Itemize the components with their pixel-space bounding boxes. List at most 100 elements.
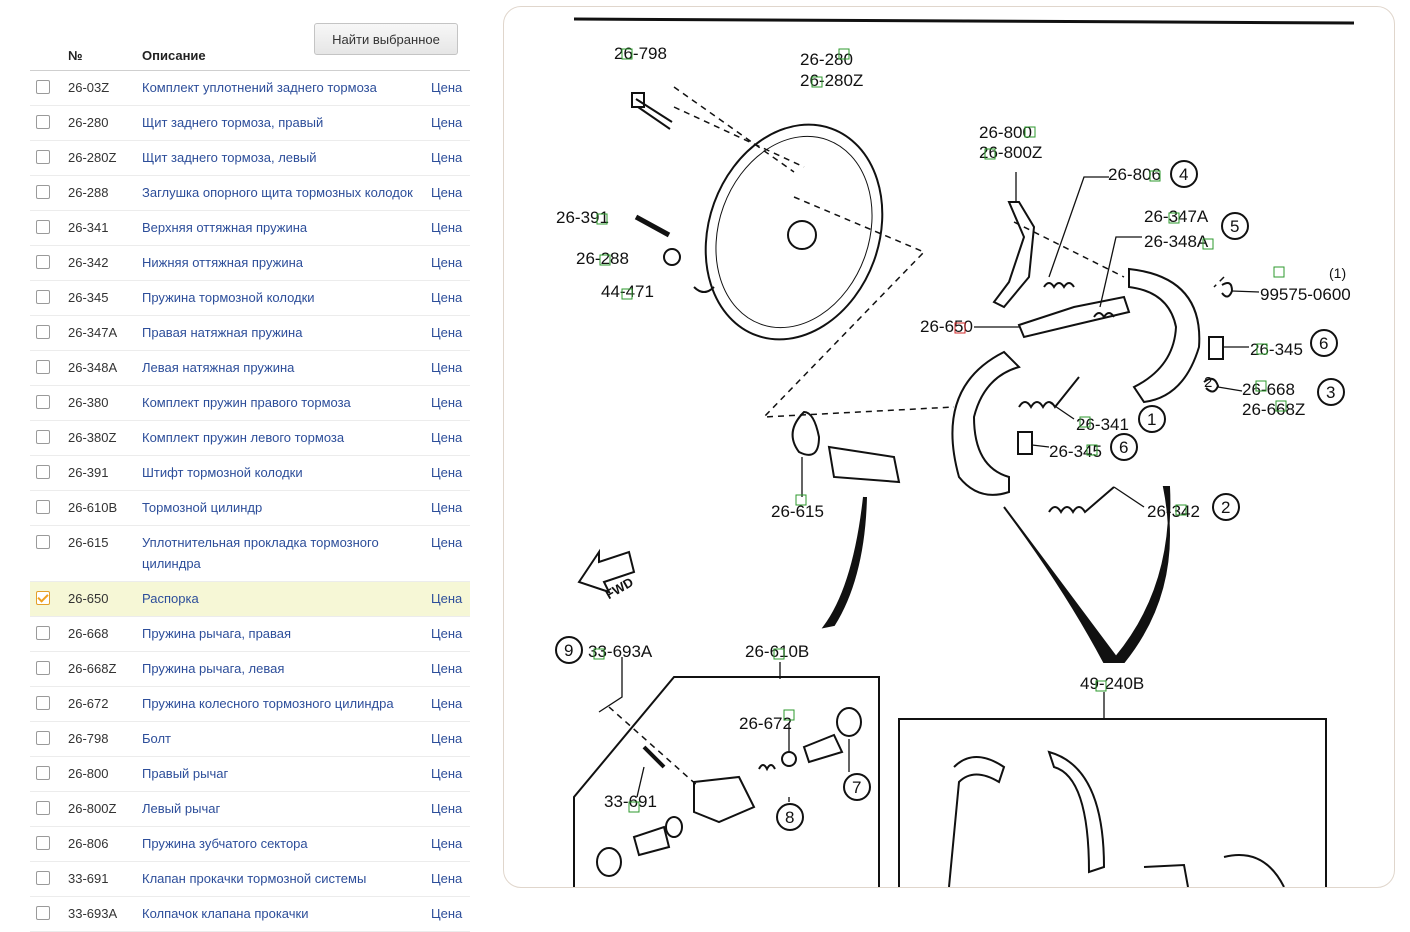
detail-cylinder-body[interactable]: [693, 775, 756, 824]
detail-shoe-left[interactable]: [948, 756, 1006, 887]
price-link[interactable]: Цена: [431, 185, 462, 200]
find-selected-button[interactable]: Найти выбранное: [314, 23, 458, 55]
part-description-link[interactable]: Щит заднего тормоза, правый: [142, 103, 424, 140]
clip-99575[interactable]: [1221, 282, 1234, 298]
part-description-link[interactable]: Верхняя оттяжная пружина: [142, 208, 424, 245]
price-link[interactable]: Цена: [431, 325, 462, 340]
hotspot-99575[interactable]: [1273, 266, 1285, 278]
part-description-link[interactable]: Левая натяжная пружина: [142, 348, 424, 385]
part-description-link[interactable]: Нижняя оттяжная пружина: [142, 243, 424, 280]
row-checkbox[interactable]: [36, 500, 50, 514]
plug-part[interactable]: [663, 248, 681, 266]
lower-return-spring[interactable]: [1048, 486, 1115, 514]
row-checkbox[interactable]: [36, 430, 50, 444]
row-checkbox[interactable]: [36, 360, 50, 374]
part-description-link[interactable]: Пружина колесного тормозного цилиндра: [142, 684, 424, 721]
row-checkbox[interactable]: [36, 255, 50, 269]
label-26-345-right[interactable]: 26-345: [1250, 340, 1303, 359]
part-description-link[interactable]: Распорка: [142, 579, 424, 616]
row-checkbox[interactable]: [36, 766, 50, 780]
row-checkbox[interactable]: [36, 731, 50, 745]
price-link[interactable]: Цена: [431, 591, 462, 606]
part-description-link[interactable]: Тормозной цилиндр: [142, 488, 424, 525]
part-description-link[interactable]: Клапан прокачки тормозной системы: [142, 859, 424, 896]
part-description-link[interactable]: Щит заднего тормоза, левый: [142, 138, 424, 175]
row-checkbox[interactable]: [36, 115, 50, 129]
price-link[interactable]: Цена: [431, 836, 462, 851]
part-description-link[interactable]: Пружина рычага, левая: [142, 649, 424, 686]
brake-shoe-right[interactable]: [1128, 267, 1201, 404]
price-link[interactable]: Цена: [431, 290, 462, 305]
price-link[interactable]: Цена: [431, 766, 462, 781]
spring-part[interactable]: [1043, 282, 1075, 289]
price-link[interactable]: Цена: [431, 871, 462, 886]
row-checkbox[interactable]: [36, 290, 50, 304]
price-link[interactable]: Цена: [431, 255, 462, 270]
row-checkbox[interactable]: [36, 696, 50, 710]
strut-part[interactable]: [1017, 295, 1131, 339]
row-checkbox[interactable]: [36, 535, 50, 549]
price-link[interactable]: Цена: [431, 696, 462, 711]
row-checkbox[interactable]: [36, 591, 50, 605]
price-link[interactable]: Цена: [431, 535, 462, 550]
part-description-link[interactable]: Пружина рычага, правая: [142, 614, 424, 651]
label-26-668z[interactable]: 26-668Z: [1242, 400, 1305, 419]
detail-cup[interactable]: [836, 707, 862, 737]
row-checkbox[interactable]: [36, 906, 50, 920]
retainer-clip[interactable]: [1208, 336, 1224, 360]
row-checkbox[interactable]: [36, 465, 50, 479]
price-link[interactable]: Цена: [431, 150, 462, 165]
label-33-693a[interactable]: 33-693A: [588, 642, 653, 661]
part-description-link[interactable]: Комплект уплотнений заднего тормоза: [142, 68, 424, 105]
part-description-link[interactable]: Пружина зубчатого сектора: [142, 824, 424, 861]
bolt-part[interactable]: [635, 98, 673, 130]
price-link[interactable]: Цена: [431, 801, 462, 816]
price-link[interactable]: Цена: [431, 395, 462, 410]
wheel-cylinder-part[interactable]: [827, 445, 901, 484]
part-description-link[interactable]: Комплект пружин правого тормоза: [142, 383, 424, 420]
row-checkbox[interactable]: [36, 150, 50, 164]
label-49-240b[interactable]: 49-240B: [1080, 674, 1144, 693]
price-link[interactable]: Цена: [431, 500, 462, 515]
label-26-668[interactable]: 26-668: [1242, 380, 1295, 399]
part-description-link[interactable]: Болт: [142, 719, 424, 756]
label-26-341[interactable]: 26-341: [1076, 415, 1129, 434]
brake-shoe-left[interactable]: [951, 350, 1021, 496]
price-link[interactable]: Цена: [431, 220, 462, 235]
row-checkbox[interactable]: [36, 836, 50, 850]
part-description-link[interactable]: Пружина тормозной колодки: [142, 278, 424, 315]
row-checkbox[interactable]: [36, 395, 50, 409]
price-link[interactable]: Цена: [431, 731, 462, 746]
label-99575-0600[interactable]: 99575-0600: [1260, 285, 1351, 304]
row-checkbox[interactable]: [36, 871, 50, 885]
cylinder-seal-part[interactable]: [791, 410, 821, 456]
detail-shoe-right[interactable]: [1047, 750, 1106, 874]
part-description-link[interactable]: Правый рычаг: [142, 754, 424, 791]
label-44-471[interactable]: 44-471: [601, 282, 654, 301]
row-checkbox[interactable]: [36, 626, 50, 640]
lever-part[interactable]: [992, 201, 1036, 309]
price-link[interactable]: Цена: [431, 626, 462, 641]
row-checkbox[interactable]: [36, 220, 50, 234]
part-description-link[interactable]: Колпачок клапана прокачки: [142, 894, 424, 931]
label-26-342[interactable]: 26-342: [1147, 502, 1200, 521]
row-checkbox[interactable]: [36, 185, 50, 199]
row-checkbox[interactable]: [36, 661, 50, 675]
label-26-348a[interactable]: 26-348A: [1144, 232, 1209, 251]
part-description-link[interactable]: Правая натяжная пружина: [142, 313, 424, 350]
part-description-link[interactable]: Уплотнительная прокладка тормозного цили…: [142, 523, 424, 581]
part-description-link[interactable]: Штифт тормозной колодки: [142, 453, 424, 490]
part-description-link[interactable]: Комплект пружин левого тормоза: [142, 418, 424, 455]
price-link[interactable]: Цена: [431, 360, 462, 375]
row-checkbox[interactable]: [36, 325, 50, 339]
label-26-280z[interactable]: 26-280Z: [800, 71, 863, 90]
price-link[interactable]: Цена: [431, 430, 462, 445]
price-link[interactable]: Цена: [431, 661, 462, 676]
row-checkbox[interactable]: [36, 801, 50, 815]
part-description-link[interactable]: Левый рычаг: [142, 789, 424, 826]
price-link[interactable]: Цена: [431, 465, 462, 480]
row-checkbox[interactable]: [36, 80, 50, 94]
label-26-800[interactable]: 26-800: [979, 123, 1032, 142]
price-link[interactable]: Цена: [431, 80, 462, 95]
part-description-link[interactable]: Заглушка опорного щита тормозных колодок: [142, 173, 424, 210]
